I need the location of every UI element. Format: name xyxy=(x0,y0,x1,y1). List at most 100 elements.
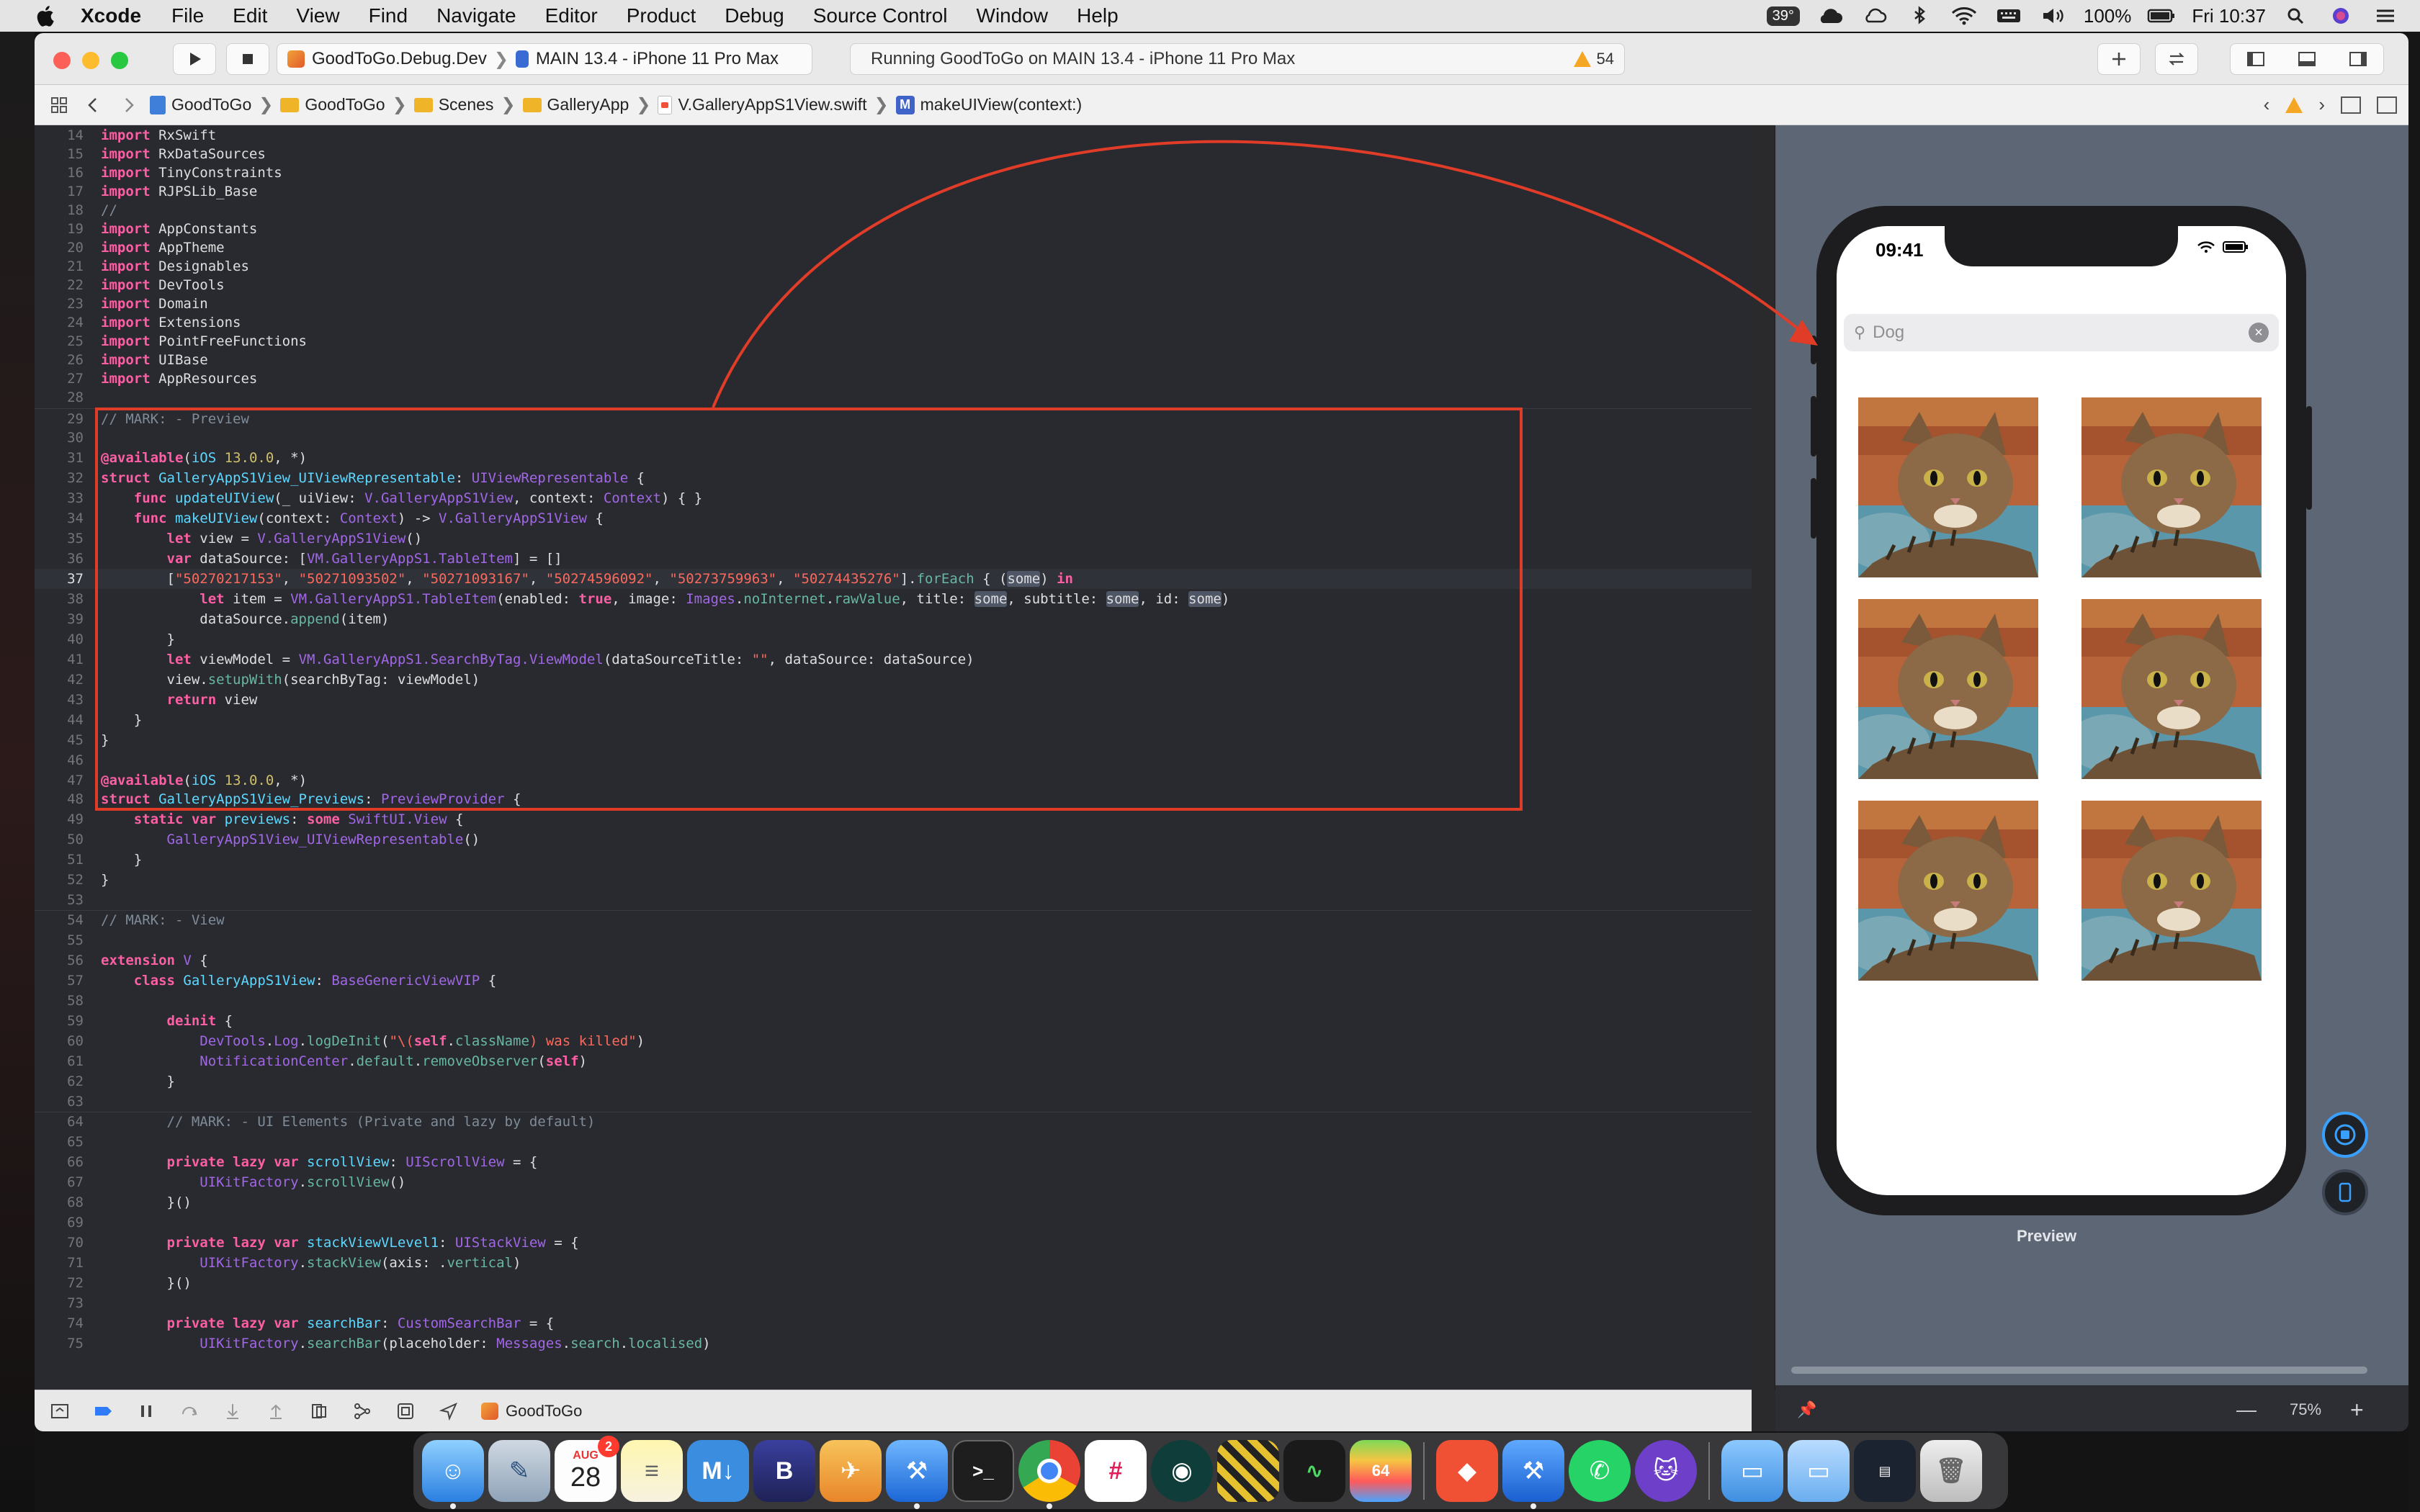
spotlight-search-icon[interactable] xyxy=(2282,6,2311,26)
gallery-tile[interactable] xyxy=(2081,599,2262,779)
scheme-selector[interactable]: GoodToGo.Debug.Dev ❯ MAIN 13.4 - iPhone … xyxy=(277,43,812,75)
issue-warning-icon[interactable] xyxy=(2285,96,2303,113)
menu-window[interactable]: Window xyxy=(977,4,1049,27)
battery-icon[interactable] xyxy=(2147,6,2176,26)
dock-git[interactable]: ◆ xyxy=(1436,1440,1498,1502)
temperature-widget[interactable]: 39° xyxy=(1766,6,1800,26)
clear-search-icon[interactable]: × xyxy=(2249,323,2269,343)
menu-find[interactable]: Find xyxy=(369,4,408,27)
environment-overrides-icon[interactable] xyxy=(395,1400,416,1422)
dock-cyberduck[interactable]: ✈ xyxy=(820,1440,882,1502)
pause-icon[interactable] xyxy=(135,1400,157,1422)
menu-editor[interactable]: Editor xyxy=(545,4,598,27)
dock-preview[interactable]: ✎ xyxy=(488,1440,550,1502)
dock-finder[interactable]: ☺ xyxy=(422,1440,484,1509)
adjust-editor-options-icon[interactable] xyxy=(2341,96,2361,114)
breadcrumb-group-scenes[interactable]: Scenes xyxy=(413,95,493,114)
zoom-out-icon[interactable]: — xyxy=(2236,1398,2257,1421)
device-settings-button[interactable] xyxy=(2322,1169,2368,1215)
step-into-icon[interactable] xyxy=(222,1400,243,1422)
menu-file[interactable]: File xyxy=(171,4,204,27)
add-editor-icon[interactable] xyxy=(2377,96,2397,114)
dock-slack[interactable]: # xyxy=(1085,1440,1147,1502)
dock-xcode[interactable]: ⚒ xyxy=(886,1440,948,1509)
step-over-icon[interactable] xyxy=(179,1400,200,1422)
zoom-window-button[interactable] xyxy=(111,52,128,69)
breadcrumb-project[interactable]: GoodToGo xyxy=(150,95,251,114)
dock-calendar[interactable]: AUG 28 2 xyxy=(555,1436,619,1502)
menubar-clock[interactable]: Fri 10:37 xyxy=(2192,5,2266,27)
menu-edit[interactable]: Edit xyxy=(233,4,267,27)
breadcrumb-group-galleryapp[interactable]: GalleryApp xyxy=(522,95,629,114)
dock-simulator[interactable]: ⚒ xyxy=(1502,1440,1564,1509)
simulate-location-icon[interactable] xyxy=(438,1400,460,1422)
bluetooth-icon[interactable] xyxy=(1905,6,1934,26)
pin-icon[interactable]: 📌 xyxy=(1797,1400,1816,1419)
breadcrumb-file[interactable]: V.GalleryAppS1View.swift xyxy=(658,95,867,114)
dock-notes[interactable]: ≡ xyxy=(621,1440,683,1502)
dock-gitkraken[interactable]: ◉ xyxy=(1151,1440,1213,1502)
zoom-level[interactable]: 75% xyxy=(2290,1400,2321,1419)
navigator-toggle-icon[interactable] xyxy=(2246,49,2266,69)
dock-mindnode[interactable]: M↓ xyxy=(687,1440,749,1502)
back-arrow-icon[interactable] xyxy=(81,92,107,118)
dock-downloads-folder[interactable]: ▭ xyxy=(1788,1440,1850,1502)
dock-trash[interactable]: 🗑 xyxy=(1920,1440,1982,1502)
dock-whatsapp[interactable]: ✆ xyxy=(1569,1440,1631,1502)
debug-area-toggle-icon[interactable] xyxy=(2297,49,2317,69)
device-screen[interactable]: 09:41 ⚲ Dog × xyxy=(1837,226,2286,1195)
menu-product[interactable]: Product xyxy=(627,4,696,27)
previous-issue-icon[interactable]: ‹ xyxy=(2264,94,2270,116)
debug-target[interactable]: GoodToGo xyxy=(481,1402,582,1421)
menu-source-control[interactable]: Source Control xyxy=(813,4,948,27)
menu-debug[interactable]: Debug xyxy=(725,4,784,27)
search-text[interactable]: Dog xyxy=(1873,323,1904,343)
dock-screenshots-stack[interactable]: ▤ xyxy=(1854,1440,1916,1502)
menu-navigate[interactable]: Navigate xyxy=(436,4,516,27)
related-items-icon[interactable] xyxy=(46,92,72,118)
gallery-tile[interactable] xyxy=(1858,397,2038,577)
gallery-tile[interactable] xyxy=(2081,397,2262,577)
dock-bbedit[interactable]: B xyxy=(753,1440,815,1502)
dock-applications-folder[interactable]: ▭ xyxy=(1721,1440,1783,1502)
view-debugger-icon[interactable] xyxy=(308,1400,330,1422)
dock-chrome[interactable] xyxy=(1018,1440,1080,1509)
dock-terminal[interactable]: >_ xyxy=(952,1440,1014,1502)
keyboard-icon[interactable] xyxy=(1994,6,2023,26)
creative-cloud-icon[interactable] xyxy=(1860,6,1889,26)
app-menu[interactable]: Xcode xyxy=(81,4,141,27)
volume-icon[interactable] xyxy=(2039,6,2068,26)
hide-debug-area-icon[interactable] xyxy=(49,1400,71,1422)
menu-view[interactable]: View xyxy=(296,4,339,27)
breakpoints-toggle-icon[interactable] xyxy=(92,1400,114,1422)
stop-button[interactable] xyxy=(226,43,269,75)
gallery-tile[interactable] xyxy=(2081,801,2262,981)
canvas-horizontal-scrollbar[interactable] xyxy=(1791,1367,2367,1374)
cloud-icon[interactable] xyxy=(1816,6,1845,26)
dock-activity-monitor[interactable]: ∿ xyxy=(1283,1440,1345,1502)
siri-icon[interactable] xyxy=(2326,6,2355,26)
memory-graph-icon[interactable] xyxy=(351,1400,373,1422)
minimize-window-button[interactable] xyxy=(82,52,99,69)
notification-center-icon[interactable] xyxy=(2371,6,2400,26)
zoom-in-icon[interactable]: + xyxy=(2350,1397,2364,1423)
run-button[interactable] xyxy=(173,43,216,75)
search-bar[interactable]: ⚲ Dog × xyxy=(1844,314,2279,351)
close-window-button[interactable] xyxy=(53,52,71,69)
breadcrumb-symbol[interactable]: MmakeUIView(context:) xyxy=(895,95,1082,114)
dock-github-desktop[interactable]: 🐱 xyxy=(1635,1440,1697,1502)
gallery-tile[interactable] xyxy=(1858,599,2038,779)
library-button[interactable] xyxy=(2097,43,2141,75)
dock-console[interactable] xyxy=(1217,1440,1279,1502)
inspector-toggle-icon[interactable] xyxy=(2348,49,2368,69)
menu-help[interactable]: Help xyxy=(1077,4,1119,27)
wifi-icon[interactable] xyxy=(1950,6,1978,26)
step-out-icon[interactable] xyxy=(265,1400,287,1422)
apple-logo-icon[interactable] xyxy=(29,0,60,32)
warnings-indicator[interactable]: 54 xyxy=(1573,50,1614,68)
gallery-tile[interactable] xyxy=(1858,801,2038,981)
forward-arrow-icon[interactable] xyxy=(115,92,141,118)
breadcrumb-group-goodtogo[interactable]: GoodToGo xyxy=(280,95,385,114)
code-review-button[interactable] xyxy=(2155,43,2198,75)
dock-bluestacks[interactable]: 64 xyxy=(1350,1440,1412,1502)
